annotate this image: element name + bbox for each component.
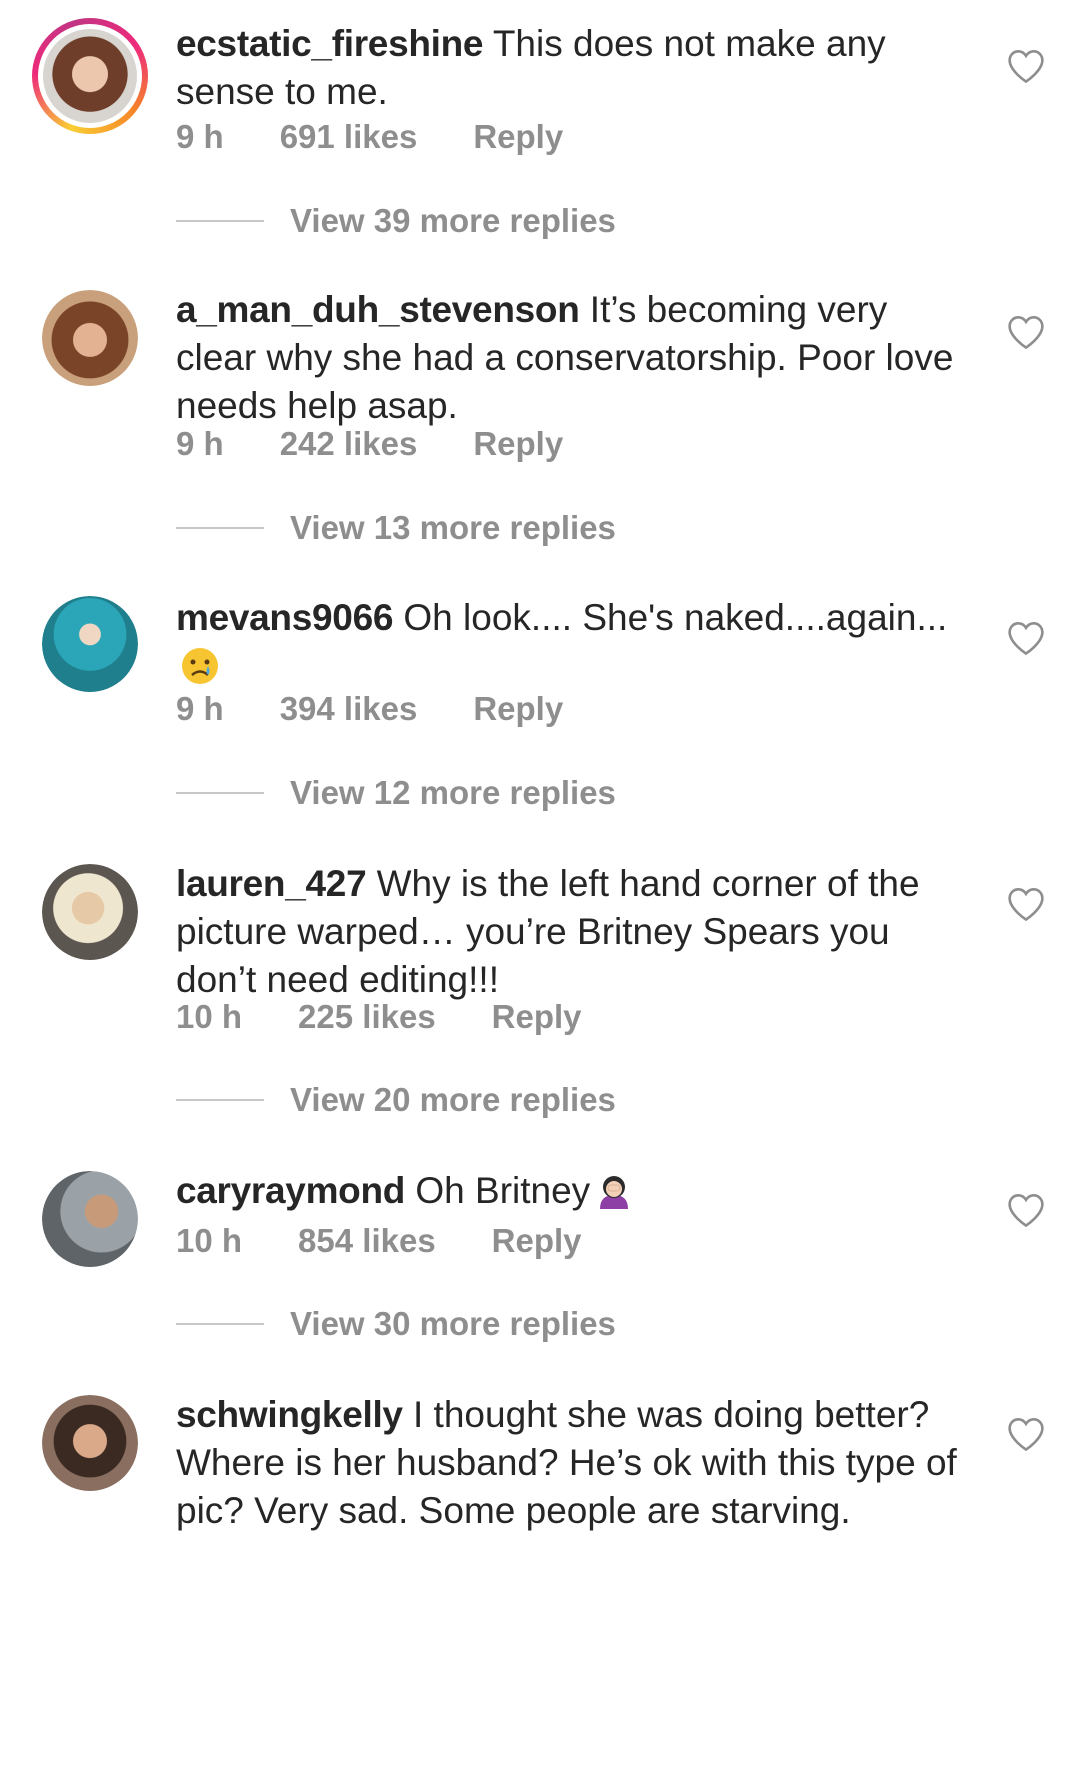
replies-divider: [176, 1099, 264, 1102]
replies-divider: [176, 220, 264, 223]
view-replies-label[interactable]: View 13 more replies: [290, 509, 616, 546]
reply-button[interactable]: Reply: [492, 998, 582, 1036]
view-replies[interactable]: View 20 more replies: [176, 1081, 616, 1119]
comment-text: lauren_427 Why is the left hand corner o…: [176, 860, 976, 1004]
avatar[interactable]: [42, 596, 138, 692]
avatar[interactable]: [42, 1171, 138, 1267]
view-replies-label[interactable]: View 12 more replies: [290, 774, 616, 811]
replies-divider: [176, 1323, 264, 1326]
username[interactable]: schwingkelly: [176, 1394, 403, 1435]
avatar-story-ring[interactable]: [32, 18, 148, 134]
heart-icon[interactable]: [1006, 620, 1046, 656]
likes-count[interactable]: 242 likes: [280, 425, 418, 463]
comment-text: schwingkelly I thought she was doing bet…: [176, 1391, 976, 1535]
reply-button[interactable]: Reply: [473, 118, 563, 156]
replies-divider: [176, 792, 264, 795]
view-replies[interactable]: View 13 more replies: [176, 509, 616, 547]
heart-icon[interactable]: [1006, 314, 1046, 350]
comment-time: 9 h: [176, 425, 224, 462]
comment-text: a_man_duh_stevenson It’s becoming very c…: [176, 286, 976, 430]
username[interactable]: lauren_427: [176, 863, 367, 904]
reply-button[interactable]: Reply: [492, 1222, 582, 1260]
heart-icon[interactable]: [1006, 1416, 1046, 1452]
comment-meta: 9 h 691 likes Reply: [176, 118, 563, 156]
view-replies-label[interactable]: View 39 more replies: [290, 202, 616, 239]
comment-time: 10 h: [176, 998, 243, 1035]
comment-text: mevans9066 Oh look.... She's naked....ag…: [176, 594, 976, 690]
comment-time: 9 h: [176, 118, 224, 155]
reply-button[interactable]: Reply: [473, 425, 563, 463]
heart-icon[interactable]: [1006, 886, 1046, 922]
heart-icon[interactable]: [1006, 48, 1046, 84]
avatar[interactable]: [42, 864, 138, 960]
avatar[interactable]: [42, 290, 138, 386]
view-replies[interactable]: View 30 more replies: [176, 1305, 616, 1343]
username[interactable]: mevans9066: [176, 597, 393, 638]
comment-meta: 10 h 225 likes Reply: [176, 998, 582, 1036]
view-replies[interactable]: View 12 more replies: [176, 774, 616, 812]
view-replies-label[interactable]: View 20 more replies: [290, 1081, 616, 1118]
crying-face-emoji: [182, 648, 218, 684]
comment-time: 10 h: [176, 1222, 243, 1259]
likes-count[interactable]: 394 likes: [280, 690, 418, 728]
reply-button[interactable]: Reply: [473, 690, 563, 728]
comment-meta: 10 h 854 likes Reply: [176, 1222, 582, 1260]
replies-divider: [176, 527, 264, 530]
comment-body: Oh Britney: [405, 1170, 591, 1211]
avatar: [38, 24, 142, 128]
heart-icon[interactable]: [1006, 1192, 1046, 1228]
likes-count[interactable]: 225 likes: [298, 998, 436, 1036]
likes-count[interactable]: 854 likes: [298, 1222, 436, 1260]
comment-text: caryraymond Oh Britney: [176, 1167, 976, 1215]
username[interactable]: caryraymond: [176, 1170, 405, 1211]
comment-meta: 9 h 394 likes Reply: [176, 690, 563, 728]
likes-count[interactable]: 691 likes: [280, 118, 418, 156]
username[interactable]: a_man_duh_stevenson: [176, 289, 580, 330]
comment-body: Oh look.... She's naked....again...: [393, 597, 948, 638]
avatar[interactable]: [42, 1395, 138, 1491]
view-replies[interactable]: View 39 more replies: [176, 202, 616, 240]
comment-meta: 9 h 242 likes Reply: [176, 425, 563, 463]
username[interactable]: ecstatic_fireshine: [176, 23, 484, 64]
comment-text: ecstatic_fireshine This does not make an…: [176, 20, 976, 116]
comment-time: 9 h: [176, 690, 224, 727]
view-replies-label[interactable]: View 30 more replies: [290, 1305, 616, 1342]
facepalm-woman-emoji: [600, 1176, 629, 1209]
